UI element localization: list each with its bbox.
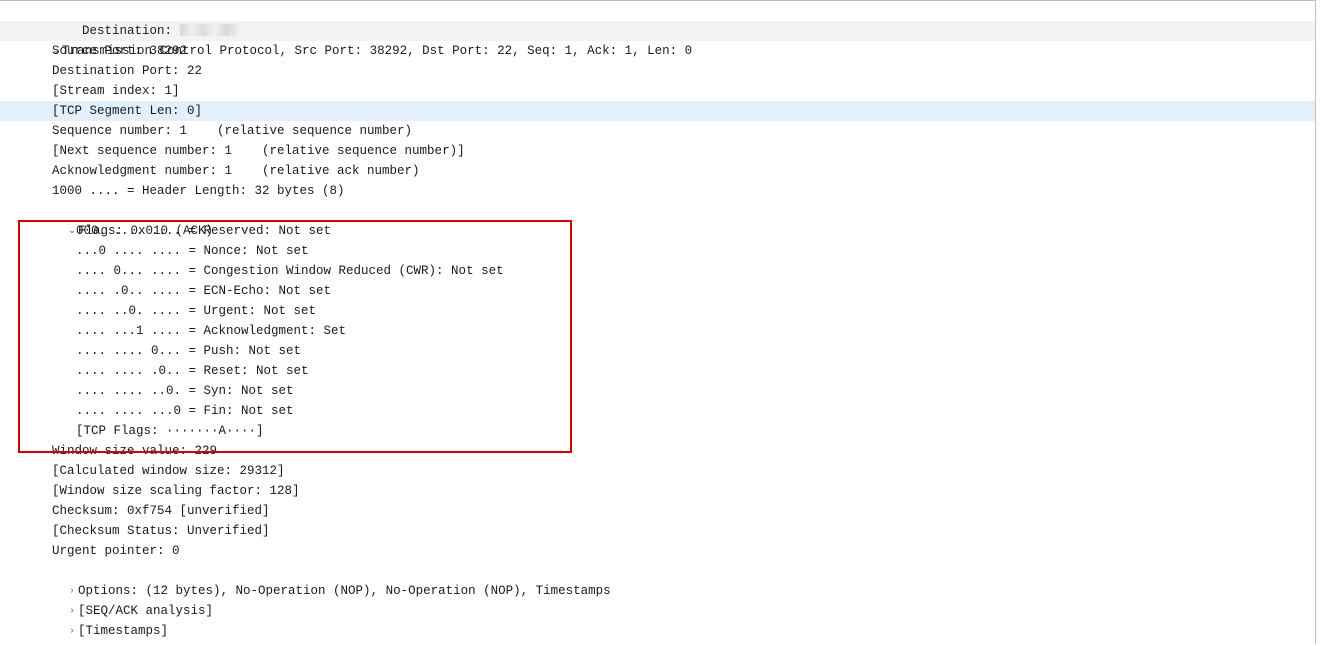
field-text: Destination Port: 22	[52, 64, 202, 78]
flag-fin[interactable]: .... .... ...0 = Fin: Not set	[0, 401, 1315, 421]
field-stream-index[interactable]: [Stream index: 1]	[0, 81, 1315, 101]
collapse-caret-icon[interactable]: ›	[66, 621, 78, 641]
field-header-length[interactable]: 1000 .... = Header Length: 32 bytes (8)	[0, 181, 1315, 201]
flag-cwr[interactable]: .... 0... .... = Congestion Window Reduc…	[0, 261, 1315, 281]
field-text: Acknowledgment number: 1 (relative ack n…	[52, 164, 420, 178]
flag-ack[interactable]: .... ...1 .... = Acknowledgment: Set	[0, 321, 1315, 341]
field-text: Sequence number: 1 (relative sequence nu…	[52, 124, 412, 138]
flag-rst[interactable]: .... .... .0.. = Reset: Not set	[0, 361, 1315, 381]
flag-nonce[interactable]: ...0 .... .... = Nonce: Not set	[0, 241, 1315, 261]
field-text: ...0 .... .... = Nonce: Not set	[76, 244, 309, 258]
field-text: [TCP Segment Len: 0]	[52, 104, 202, 118]
field-next-sequence[interactable]: [Next sequence number: 1 (relative seque…	[0, 141, 1315, 161]
collapse-caret-icon[interactable]: ›	[66, 581, 78, 601]
field-checksum-status[interactable]: [Checksum Status: Unverified]	[0, 521, 1315, 541]
field-segment-len[interactable]: [TCP Segment Len: 0]	[0, 101, 1315, 121]
field-text: 1000 .... = Header Length: 32 bytes (8)	[52, 184, 345, 198]
field-urgent-pointer[interactable]: Urgent pointer: 0	[0, 541, 1315, 561]
field-text: .... .... ...0 = Fin: Not set	[76, 404, 294, 418]
flag-psh[interactable]: .... .... 0... = Push: Not set	[0, 341, 1315, 361]
field-destination[interactable]: Destination:	[0, 1, 1315, 21]
field-text: Checksum: 0xf754 [unverified]	[52, 504, 270, 518]
field-text: [TCP Flags: ·······A····]	[76, 424, 264, 438]
field-text: [Window size scaling factor: 128]	[52, 484, 300, 498]
field-text: [Timestamps]	[78, 624, 168, 638]
field-window-size[interactable]: Window size value: 229	[0, 441, 1315, 461]
field-text: [Next sequence number: 1 (relative seque…	[52, 144, 465, 158]
collapse-caret-icon[interactable]: ›	[66, 601, 78, 621]
flag-urg[interactable]: .... ..0. .... = Urgent: Not set	[0, 301, 1315, 321]
field-text: 000. .... .... = Reserved: Not set	[76, 224, 331, 238]
flag-ecn[interactable]: .... .0.. .... = ECN-Echo: Not set	[0, 281, 1315, 301]
field-window-scaling[interactable]: [Window size scaling factor: 128]	[0, 481, 1315, 501]
field-text: .... .0.. .... = ECN-Echo: Not set	[76, 284, 331, 298]
field-text: .... ..0. .... = Urgent: Not set	[76, 304, 316, 318]
field-text: .... .... ..0. = Syn: Not set	[76, 384, 294, 398]
field-text: .... .... .0.. = Reset: Not set	[76, 364, 309, 378]
flag-reserved[interactable]: 000. .... .... = Reserved: Not set	[0, 221, 1315, 241]
field-sequence-number[interactable]: Sequence number: 1 (relative sequence nu…	[0, 121, 1315, 141]
flags-header[interactable]: ⌄Flags: 0x010 (ACK)	[0, 201, 1315, 221]
field-text: .... ...1 .... = Acknowledgment: Set	[76, 324, 346, 338]
field-text: Source Port: 38292	[52, 44, 187, 58]
field-options[interactable]: ›Options: (12 bytes), No-Operation (NOP)…	[0, 561, 1315, 581]
field-text: .... 0... .... = Congestion Window Reduc…	[76, 264, 504, 278]
destination-label: Destination:	[82, 24, 180, 38]
field-destination-port[interactable]: Destination Port: 22	[0, 61, 1315, 81]
field-text: [Checksum Status: Unverified]	[52, 524, 270, 538]
field-ack-number[interactable]: Acknowledgment number: 1 (relative ack n…	[0, 161, 1315, 181]
flag-syn[interactable]: .... .... ..0. = Syn: Not set	[0, 381, 1315, 401]
field-text: [SEQ/ACK analysis]	[78, 604, 213, 618]
flag-summary[interactable]: [TCP Flags: ·······A····]	[0, 421, 1315, 441]
field-calc-window[interactable]: [Calculated window size: 29312]	[0, 461, 1315, 481]
packet-details-pane[interactable]: Destination: ⌄Transmission Control Proto…	[0, 0, 1316, 644]
destination-redacted	[180, 24, 238, 36]
field-text: Urgent pointer: 0	[52, 544, 180, 558]
field-text: [Calculated window size: 29312]	[52, 464, 285, 478]
field-text: Window size value: 229	[52, 444, 217, 458]
field-checksum[interactable]: Checksum: 0xf754 [unverified]	[0, 501, 1315, 521]
field-text: Options: (12 bytes), No-Operation (NOP),…	[78, 584, 611, 598]
field-text: .... .... 0... = Push: Not set	[76, 344, 301, 358]
field-text: [Stream index: 1]	[52, 84, 180, 98]
